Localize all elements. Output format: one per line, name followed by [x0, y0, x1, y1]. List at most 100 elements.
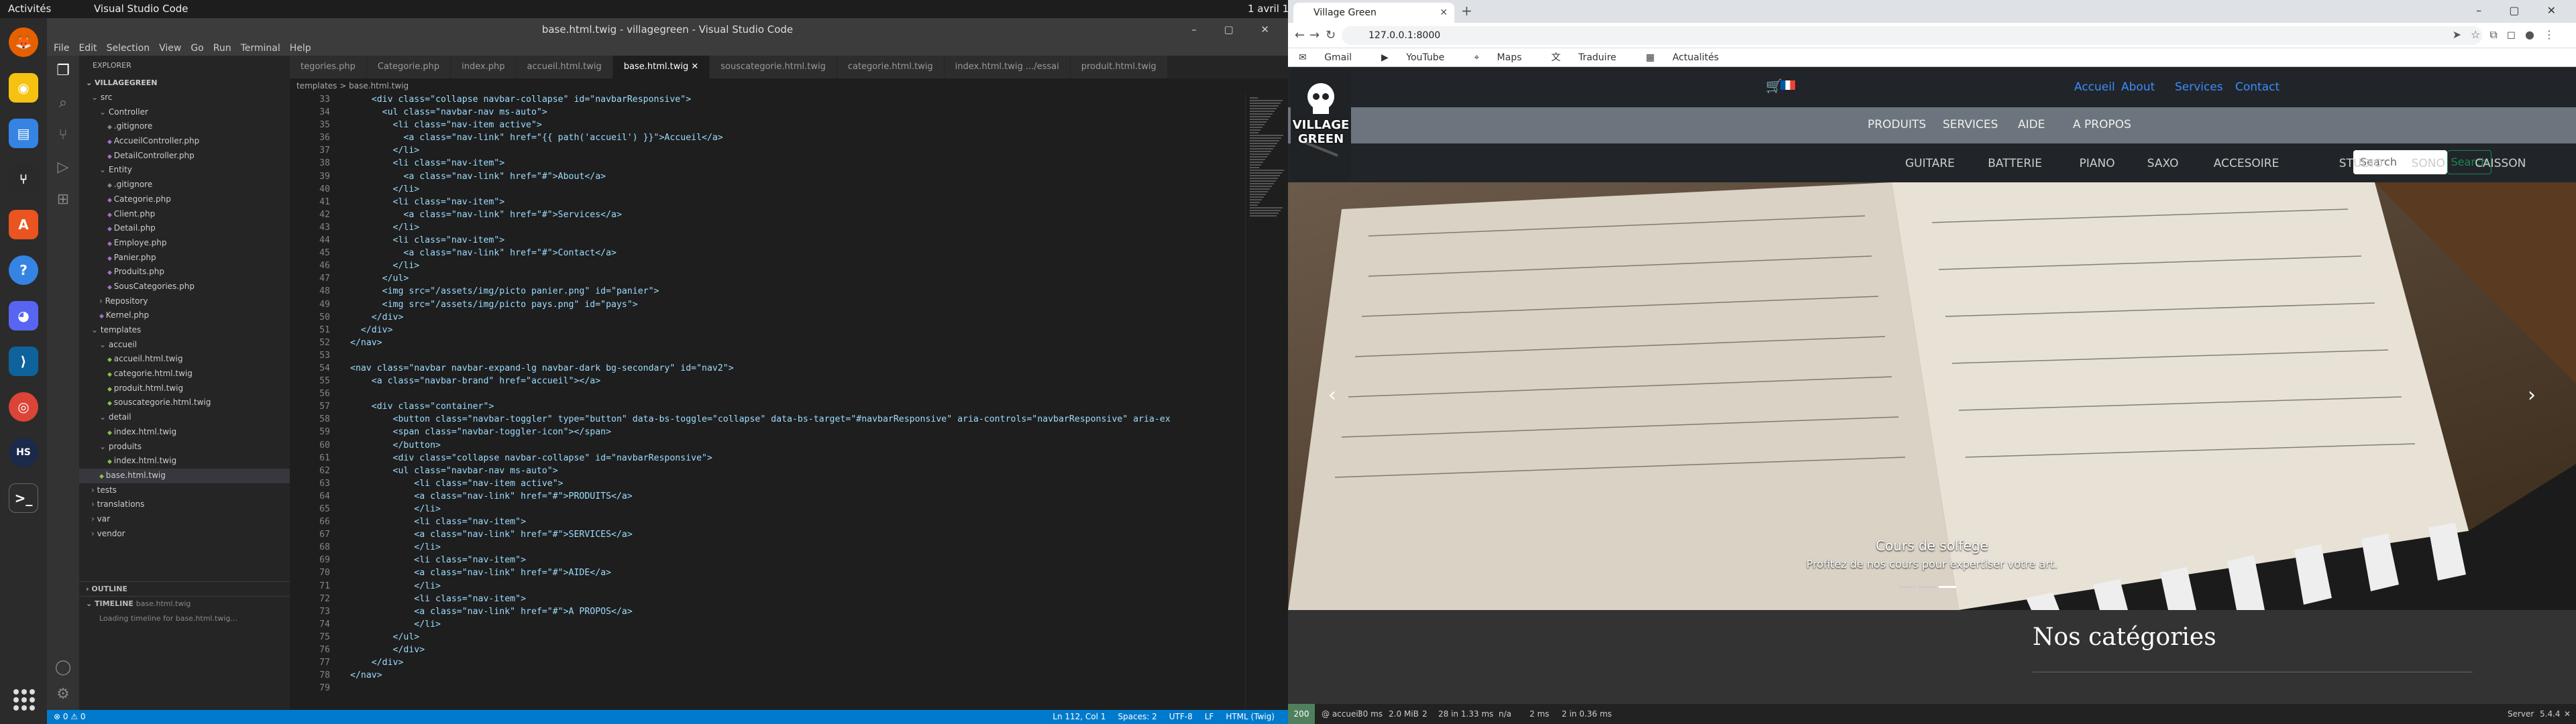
code-line[interactable]: <div class="container"> — [350, 400, 1171, 413]
nav-link-services[interactable]: Services — [2175, 80, 2223, 94]
category-link-batterie[interactable]: BATTERIE — [1988, 157, 2042, 170]
code-line[interactable]: </nav> — [350, 669, 1171, 682]
code-line[interactable]: </li> — [350, 221, 1171, 234]
code-line[interactable] — [350, 387, 1171, 400]
code-line[interactable]: </li> — [350, 183, 1171, 196]
code-line[interactable]: <li class="nav-item"> — [350, 516, 1171, 528]
nav-link-aide[interactable]: AIDE — [2018, 118, 2045, 131]
menu-item-edit[interactable]: Edit — [78, 43, 97, 54]
search-icon[interactable]: ⌕ — [54, 95, 72, 113]
editor-tab[interactable]: Categorie.php — [366, 56, 451, 78]
code-line[interactable]: <a class="navbar-brand" href="accueil"><… — [350, 375, 1171, 387]
discord-icon[interactable]: ◕ — [9, 301, 38, 330]
site-logo[interactable]: VILLAGE GREEN — [1291, 68, 1351, 181]
bookmark-gmail[interactable]: ✉ Gmail — [1299, 52, 1366, 63]
extensions-icon[interactable]: ⊞ — [54, 191, 72, 210]
code-line[interactable]: </ul> — [350, 272, 1171, 285]
code-line[interactable]: <li class="nav-item"> — [350, 554, 1171, 566]
code-line[interactable]: <li class="nav-item"> — [350, 593, 1171, 605]
active-app-menu[interactable]: Visual Studio Code — [94, 3, 189, 15]
editor-tab[interactable]: base.html.twig ✕ — [612, 56, 710, 78]
menu-item-go[interactable]: Go — [191, 43, 203, 54]
category-link-saxo[interactable]: SAXO — [2147, 157, 2179, 170]
back-icon[interactable]: ← — [1295, 28, 1305, 42]
tree-item[interactable]: ◆ produit.html.twig — [79, 381, 290, 396]
server-info[interactable]: Server — [2508, 704, 2534, 724]
tree-item[interactable]: ⌄ accueil — [79, 338, 290, 353]
code-line[interactable]: <li class="nav-item"> — [350, 196, 1171, 208]
code-line[interactable]: </div> — [350, 656, 1171, 669]
tree-item[interactable]: › Repository — [79, 294, 290, 309]
status-item[interactable]: Ln 112, Col 1 — [1053, 712, 1106, 721]
category-link-guitare[interactable]: GUITARE — [1905, 157, 1955, 170]
code-line[interactable]: </li> — [350, 541, 1171, 554]
nav-link-produits[interactable]: PRODUITS — [1868, 118, 1926, 131]
tree-item[interactable]: ◆ index.html.twig — [79, 425, 290, 440]
editor-tab[interactable]: tegories.php — [290, 56, 367, 78]
symfony-version[interactable]: 5.4.4 — [2540, 704, 2561, 724]
code-line[interactable]: <img src="/assets/img/picto pays.png" id… — [350, 298, 1171, 311]
code-line[interactable]: </div> — [350, 324, 1171, 337]
memory-usage[interactable]: 2.0 MiB — [1389, 704, 1419, 724]
tree-item[interactable]: ◆ accueil.html.twig — [79, 352, 290, 367]
category-link-caisson[interactable]: CAISSON — [2475, 157, 2526, 170]
route-name[interactable]: @ accueil — [1322, 704, 1360, 724]
help-icon[interactable]: ? — [9, 255, 38, 285]
menu-item-help[interactable]: Help — [290, 43, 311, 54]
problems-indicator[interactable]: ⊗ 0 ⚠ 0 — [54, 710, 86, 724]
category-link-accesoire[interactable]: ACCESOIRE — [2214, 157, 2279, 170]
show-apps-icon[interactable] — [13, 689, 35, 711]
tree-item[interactable]: ◆ index.html.twig — [79, 454, 290, 469]
tree-item[interactable]: ⌄ templates — [79, 323, 290, 338]
outline-section[interactable]: › OUTLINE — [79, 581, 290, 596]
bookmark-youtube[interactable]: ▶ YouTube — [1381, 52, 1459, 63]
code-line[interactable]: <li class="nav-item active"> — [350, 119, 1171, 131]
code-line[interactable]: <button class="navbar-toggler" type="but… — [350, 413, 1171, 426]
toolbar-icons[interactable]: ➤☆⧉◻●⋮ — [2453, 28, 2564, 42]
category-link-piano[interactable]: PIANO — [2080, 157, 2115, 170]
menu-item-file[interactable]: File — [54, 43, 69, 54]
tree-item[interactable]: ⌄ detail — [79, 410, 290, 425]
tree-item[interactable]: ◆ Client.php — [79, 207, 290, 222]
writer-icon[interactable]: ▤ — [9, 119, 38, 148]
tree-item[interactable]: ◆ Panier.php — [79, 251, 290, 265]
hero-carousel[interactable]: ‹ › Cours de solfege Profitez de nos cou… — [1288, 182, 2576, 610]
code-line[interactable]: <a class="nav-link" href="#">A PROPOS</a… — [350, 605, 1171, 618]
code-line[interactable]: <nav class="navbar navbar-expand-lg navb… — [350, 362, 1171, 375]
account-icon[interactable]: ◯ — [54, 659, 72, 678]
tree-item[interactable]: ◆ categorie.html.twig — [79, 367, 290, 381]
tree-item[interactable]: ◆ Kernel.php — [79, 308, 290, 323]
terminal-icon[interactable]: >_ — [9, 483, 38, 513]
code-line[interactable]: <li class="nav-item"> — [350, 157, 1171, 170]
chrome-icon[interactable]: ◎ — [9, 392, 38, 422]
editor-tab[interactable]: produit.html.twig — [1070, 56, 1168, 78]
status-item[interactable]: HTML (Twig) — [1226, 712, 1275, 721]
carousel-indicator[interactable] — [1898, 586, 1916, 588]
activities-button[interactable]: Activités — [8, 3, 51, 15]
bookmark-traduire[interactable]: 文 Traduire — [1551, 52, 1631, 63]
tree-item[interactable]: ◆ Detail.php — [79, 221, 290, 236]
code-line[interactable]: <a class="nav-link" href="#">Contact</a> — [350, 247, 1171, 259]
tree-item[interactable]: › translations — [79, 497, 290, 512]
code-line[interactable]: </button> — [350, 439, 1171, 452]
status-item[interactable]: LF — [1205, 712, 1214, 721]
minimap[interactable] — [1245, 93, 1288, 710]
code-editor[interactable]: 33 34 35 36 37 38 39 40 41 42 43 44 45 46 47 48 49 50 51 52… — [290, 93, 1242, 710]
browser-window-controls[interactable]: – ▢ ✕ — [2476, 4, 2568, 17]
tree-item[interactable]: › var — [79, 512, 290, 527]
code-line[interactable]: <a class="nav-link" href="#">AIDE</a> — [350, 566, 1171, 579]
forward-icon[interactable]: → — [1309, 28, 1320, 42]
address-bar[interactable]: 127.0.0.1:8000 — [1342, 26, 2482, 45]
request-time[interactable]: 30 ms — [1358, 704, 1383, 724]
settings-gear-icon[interactable]: ⚙ — [54, 686, 72, 705]
vscode-icon[interactable]: ⟩ — [9, 347, 38, 376]
nav-link-services[interactable]: SERVICES — [1943, 118, 1998, 131]
menu-item-view[interactable]: View — [159, 43, 181, 54]
twig-time[interactable]: 2 ms — [1529, 704, 1549, 724]
close-tab-icon[interactable]: ✕ — [1440, 3, 1448, 23]
tree-item[interactable]: ◆ Employe.php — [79, 236, 290, 251]
code-line[interactable]: <img src="/assets/img/picto panier.png" … — [350, 285, 1171, 298]
menu-item-selection[interactable]: Selection — [107, 43, 150, 54]
code-line[interactable]: <li class="nav-item"> — [350, 234, 1171, 247]
tree-item[interactable]: ◆ SousCategories.php — [79, 280, 290, 294]
